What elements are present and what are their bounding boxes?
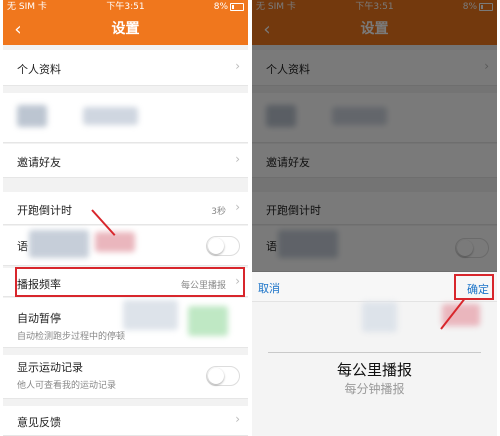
- pixelated-content: [332, 107, 387, 125]
- chevron-right-icon: ›: [235, 274, 240, 288]
- page-title: 设置: [360, 21, 389, 37]
- settings-item-invite[interactable]: 邀请好友: [252, 144, 497, 178]
- pixelated-content: [17, 105, 47, 127]
- profile-label: 个人资料: [17, 63, 61, 76]
- settings-item-obscured[interactable]: [3, 93, 248, 143]
- settings-item-broadcast-frequency[interactable]: 播报频率 每公里播报 ›: [3, 268, 248, 297]
- settings-screen: 无 SIM 卡 下午3:51 8% ‹ 设置 个人资料 › 邀请好友 › 开跑倒…: [3, 0, 248, 436]
- pixelated-content: [188, 306, 228, 336]
- chevron-right-icon: ›: [235, 200, 240, 214]
- status-bar: 无 SIM 卡 下午3:51 8%: [252, 0, 497, 14]
- clock-text: 下午3:51: [355, 2, 394, 12]
- settings-item-countdown[interactable]: 开跑倒计时: [252, 192, 497, 225]
- settings-item-profile[interactable]: 个人资料 ›: [252, 50, 497, 86]
- broadcast-value: 每公里播报: [180, 281, 226, 291]
- settings-item-feedback[interactable]: 意见反馈 ›: [3, 406, 248, 436]
- voice-toggle[interactable]: [206, 236, 240, 256]
- auto-pause-description: 自动检测跑步过程中的停顿: [17, 332, 126, 342]
- show-record-toggle[interactable]: [206, 366, 240, 386]
- feedback-label: 意见反馈: [17, 416, 61, 429]
- chevron-right-icon: ›: [484, 59, 489, 73]
- broadcast-label: 播报频率: [17, 278, 61, 291]
- nav-bar: ‹ 设置: [3, 14, 248, 45]
- page-title: 设置: [111, 21, 140, 37]
- settings-item-obscured[interactable]: [252, 93, 497, 143]
- settings-item-profile[interactable]: 个人资料 ›: [3, 50, 248, 86]
- settings-item-auto-pause[interactable]: 自动暂停 自动检测跑步过程中的停顿: [3, 298, 248, 348]
- settings-item-show-record[interactable]: 显示运动记录 他人可查看我的运动记录: [3, 355, 248, 399]
- countdown-value: 3秒: [211, 207, 226, 217]
- battery-icon: [230, 2, 244, 11]
- picker-confirm-button[interactable]: 确定: [467, 281, 489, 297]
- frequency-picker[interactable]: 每公里播报 每分钟播报: [252, 302, 497, 436]
- picker-toolbar: 取消 确定: [252, 272, 497, 302]
- voice-label-partial: 语: [266, 240, 277, 253]
- status-bar: 无 SIM 卡 下午3:51 8%: [3, 0, 248, 14]
- countdown-label: 开跑倒计时: [17, 204, 72, 217]
- battery-percent: 8%: [462, 2, 477, 12]
- pixelated-content: [29, 230, 89, 258]
- nav-bar: ‹ 设置: [252, 14, 497, 45]
- battery-percent: 8%: [213, 2, 228, 12]
- auto-pause-label: 自动暂停: [17, 312, 61, 325]
- battery-indicator: 8%: [463, 0, 493, 14]
- picker-divider: [268, 352, 481, 353]
- voice-label-partial: 语: [17, 240, 28, 253]
- settings-item-voice[interactable]: 语: [3, 226, 248, 266]
- invite-label: 邀请好友: [17, 156, 61, 169]
- picker-option-per-km[interactable]: 每公里播报: [252, 359, 497, 380]
- pixelated-content: [266, 105, 296, 127]
- battery-icon: [479, 2, 493, 11]
- show-record-label: 显示运动记录: [17, 361, 83, 374]
- back-icon[interactable]: ‹: [258, 14, 276, 45]
- chevron-right-icon: ›: [235, 152, 240, 166]
- show-record-description: 他人可查看我的运动记录: [17, 381, 117, 391]
- picker-cancel-button[interactable]: 取消: [258, 280, 280, 296]
- countdown-label: 开跑倒计时: [266, 204, 321, 217]
- pixelated-content: [362, 302, 397, 332]
- clock-text: 下午3:51: [106, 2, 145, 12]
- battery-indicator: 8%: [214, 0, 244, 14]
- back-icon[interactable]: ‹: [9, 14, 27, 45]
- settings-item-invite[interactable]: 邀请好友 ›: [3, 144, 248, 178]
- picker-option-per-minute[interactable]: 每分钟播报: [252, 380, 497, 397]
- chevron-right-icon: ›: [235, 59, 240, 73]
- invite-label: 邀请好友: [266, 156, 310, 169]
- pixelated-content: [123, 300, 178, 330]
- pixelated-content: [278, 230, 338, 258]
- settings-screen-with-picker: 无 SIM 卡 下午3:51 8% ‹ 设置 个人资料 › 邀请好友 开跑倒计时…: [252, 0, 497, 436]
- pixelated-content: [83, 107, 138, 125]
- pixelated-content: [442, 304, 480, 326]
- profile-label: 个人资料: [266, 63, 310, 76]
- settings-item-countdown[interactable]: 开跑倒计时 3秒 ›: [3, 192, 248, 225]
- settings-item-voice[interactable]: 语: [252, 226, 497, 272]
- chevron-right-icon: ›: [235, 412, 240, 426]
- voice-toggle[interactable]: [455, 238, 489, 258]
